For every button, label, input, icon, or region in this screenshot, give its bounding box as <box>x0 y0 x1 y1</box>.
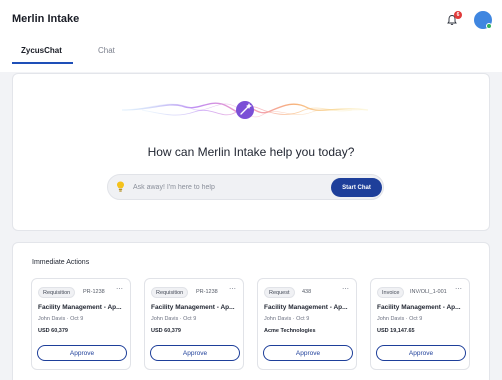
active-tab-indicator <box>12 62 73 64</box>
card-value: USD 60,379 <box>151 328 181 334</box>
document-id: PR-1238 <box>83 289 105 295</box>
card-value: USD 60,379 <box>38 328 68 334</box>
online-status-dot <box>486 23 492 29</box>
card-title: Facility Management - Ap... <box>151 304 235 311</box>
requester-name: John Davis <box>151 316 179 322</box>
document-type-badge: Requisition <box>151 287 189 298</box>
approve-button[interactable]: Approve <box>263 345 353 361</box>
immediate-actions-title: Immediate Actions <box>32 259 90 266</box>
card-title: Facility Management - Ap... <box>264 304 348 311</box>
more-icon[interactable]: ⋯ <box>116 285 123 293</box>
action-card: Requisition PR-1238 ⋯ Facility Managemen… <box>144 278 244 370</box>
request-date: Oct 9 <box>296 316 310 322</box>
requester-name: John Davis <box>38 316 66 322</box>
document-type-badge: Request <box>264 287 295 298</box>
request-date: Oct 9 <box>409 316 423 322</box>
chat-prompt-input[interactable] <box>133 179 318 195</box>
card-meta: John Davis · Oct 9 <box>264 316 310 322</box>
card-meta: John Davis · Oct 9 <box>377 316 423 322</box>
document-id: 438 <box>302 289 312 295</box>
start-chat-button[interactable]: Start Chat <box>331 178 382 197</box>
more-icon[interactable]: ⋯ <box>342 285 349 293</box>
hero-heading: How can Merlin Intake help you today? <box>147 145 355 159</box>
card-value: Acme Technologies <box>264 328 316 334</box>
approve-button[interactable]: Approve <box>150 345 240 361</box>
document-type-badge: Requisition <box>38 287 76 298</box>
card-value: USD 19,147.65 <box>377 328 415 334</box>
action-card: Invoice INV/OLI_1-001 ⋯ Facility Managem… <box>370 278 470 370</box>
approve-button[interactable]: Approve <box>37 345 127 361</box>
card-title: Facility Management - Ap... <box>377 304 461 311</box>
requester-name: John Davis <box>264 316 292 322</box>
action-card: Request 438 ⋯ Facility Management - Ap..… <box>257 278 357 370</box>
approve-button[interactable]: Approve <box>376 345 466 361</box>
voice-wave-graphic <box>122 101 368 119</box>
lightbulb-icon <box>117 181 124 192</box>
document-id: PR-1238 <box>196 289 218 295</box>
top-bar <box>0 0 502 72</box>
magic-wand-icon <box>236 101 254 119</box>
notification-badge: 6 <box>454 11 462 19</box>
app-title: Merlin Intake <box>12 13 80 25</box>
requester-name: John Davis <box>377 316 405 322</box>
more-icon[interactable]: ⋯ <box>229 285 236 293</box>
more-icon[interactable]: ⋯ <box>455 285 462 293</box>
tab-zycuschat[interactable]: ZycusChat <box>21 46 62 55</box>
document-type-badge: Invoice <box>377 287 405 298</box>
card-title: Facility Management - Ap... <box>38 304 122 311</box>
document-id: INV/OLI_1-001 <box>410 289 447 295</box>
request-date: Oct 9 <box>183 316 197 322</box>
request-date: Oct 9 <box>70 316 84 322</box>
action-card: Requisition PR-1238 ⋯ Facility Managemen… <box>31 278 131 370</box>
card-meta: John Davis · Oct 9 <box>151 316 197 322</box>
tab-chat[interactable]: Chat <box>98 46 115 55</box>
card-meta: John Davis · Oct 9 <box>38 316 84 322</box>
